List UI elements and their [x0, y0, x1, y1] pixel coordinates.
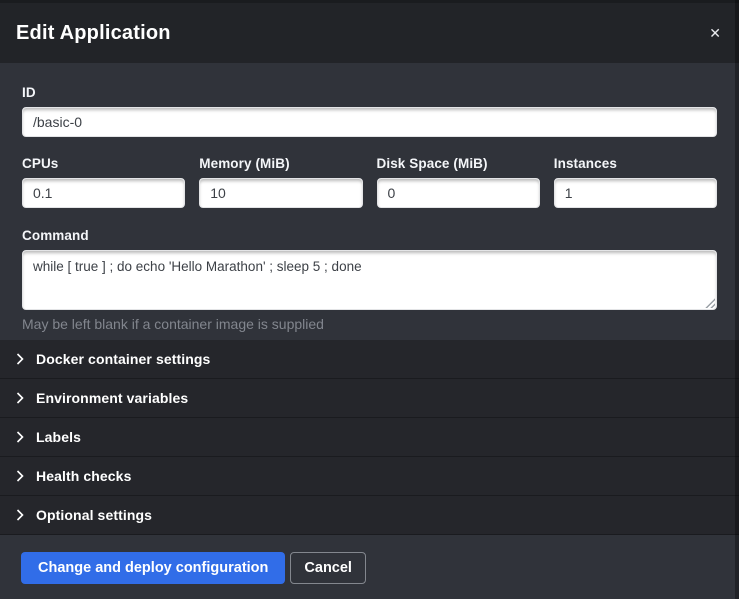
edit-application-modal: Edit Application ✕ ID CPUs Memory (MiB) …: [0, 0, 739, 599]
chevron-right-icon: [16, 509, 24, 521]
section-health-checks[interactable]: Health checks: [0, 457, 739, 496]
close-icon: ✕: [709, 25, 721, 41]
instances-input[interactable]: [554, 178, 717, 208]
cpus-input[interactable]: [22, 178, 185, 208]
modal-title: Edit Application: [16, 22, 171, 45]
chevron-right-icon: [16, 431, 24, 443]
section-labels[interactable]: Labels: [0, 418, 739, 457]
section-label: Docker container settings: [36, 351, 210, 367]
id-label: ID: [22, 85, 717, 100]
change-and-deploy-button[interactable]: Change and deploy configuration: [21, 552, 285, 584]
disk-label: Disk Space (MiB): [377, 156, 540, 171]
section-label: Health checks: [36, 468, 131, 484]
modal-footer: Change and deploy configuration Cancel: [0, 535, 739, 599]
section-docker-container-settings[interactable]: Docker container settings: [0, 340, 739, 379]
close-button[interactable]: ✕: [707, 22, 723, 44]
disk-input[interactable]: [377, 178, 540, 208]
memory-input[interactable]: [199, 178, 362, 208]
chevron-right-icon: [16, 392, 24, 404]
cpus-label: CPUs: [22, 156, 185, 171]
cancel-button[interactable]: Cancel: [290, 552, 366, 584]
command-textarea-wrap: while [ true ] ; do echo 'Hello Marathon…: [22, 250, 717, 310]
disk-field-group: Disk Space (MiB): [377, 156, 540, 208]
id-input[interactable]: [22, 107, 717, 137]
chevron-right-icon: [16, 470, 24, 482]
cpus-field-group: CPUs: [22, 156, 185, 208]
memory-label: Memory (MiB): [199, 156, 362, 171]
instances-field-group: Instances: [554, 156, 717, 208]
section-label: Labels: [36, 429, 81, 445]
section-environment-variables[interactable]: Environment variables: [0, 379, 739, 418]
collapsible-sections: Docker container settings Environment va…: [0, 340, 739, 535]
section-label: Environment variables: [36, 390, 188, 406]
section-label: Optional settings: [36, 507, 152, 523]
memory-field-group: Memory (MiB): [199, 156, 362, 208]
chevron-right-icon: [16, 353, 24, 365]
command-textarea[interactable]: while [ true ] ; do echo 'Hello Marathon…: [22, 250, 717, 310]
application-form: ID CPUs Memory (MiB) Disk Space (MiB) In…: [0, 63, 739, 340]
modal-header: Edit Application ✕: [0, 3, 739, 63]
command-help-text: May be left blank if a container image i…: [22, 316, 717, 332]
id-field-group: ID: [22, 85, 717, 137]
resources-row: CPUs Memory (MiB) Disk Space (MiB) Insta…: [22, 156, 717, 208]
instances-label: Instances: [554, 156, 717, 171]
command-field-group: Command while [ true ] ; do echo 'Hello …: [22, 228, 717, 332]
section-optional-settings[interactable]: Optional settings: [0, 496, 739, 535]
command-label: Command: [22, 228, 717, 243]
